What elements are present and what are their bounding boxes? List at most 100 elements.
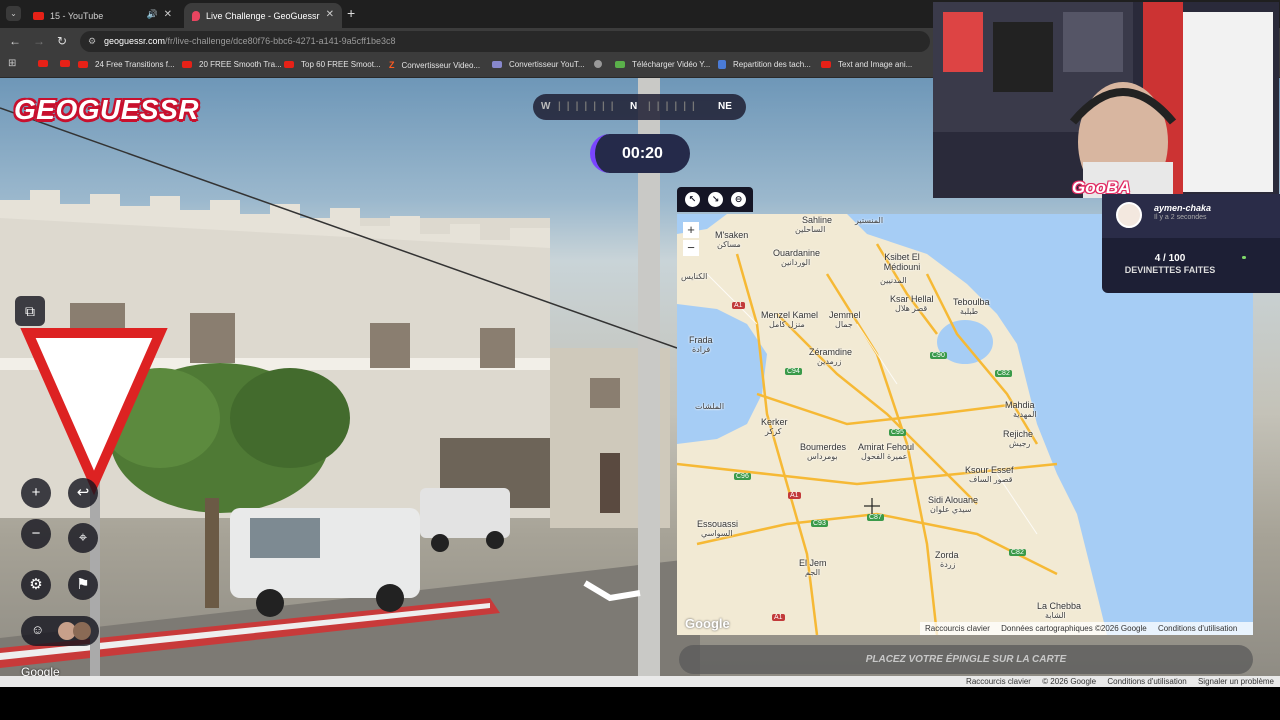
reload-icon[interactable]: ↻ [57,35,67,47]
bookmark-item[interactable]: Z Convertisseur Video... [389,60,480,70]
pin-map-icon[interactable]: ⊖ [731,192,746,207]
map-place-label: Ksour Essef [965,465,1014,475]
bookmark-item[interactable] [594,60,609,68]
map-place-label: Zorda [935,550,959,560]
map-place-label: Sidi Alouane [928,495,979,505]
flag-icon[interactable]: ⚑ [68,570,98,600]
youtube-icon [284,61,294,68]
road-label: A1 [788,492,801,499]
map-data-label: Données cartographiques ©2026 Google [1001,624,1147,633]
youtube-icon [182,61,192,68]
map-place-label-ar: كركر [765,427,782,436]
map-place-label-ar: المدنيين [880,276,907,285]
url-host: geoguessr.com [104,36,166,46]
map-place-label: Boumerdes [800,442,847,452]
map-place-label: La Chebba [1037,601,1082,611]
road-label: C93 [811,520,828,527]
road-label: C82 [1009,549,1026,556]
apps-icon[interactable]: ⊞ [8,58,16,69]
map-shortcuts-link[interactable]: Raccourcis clavier [925,624,990,633]
site-info-icon[interactable]: ⚙ [88,31,96,52]
road-label: C96 [734,473,751,480]
map-place-label-ar: الكنايس [681,272,708,281]
zoom-in-button[interactable]: + [21,478,51,508]
guess-count: 4 / 100 [1154,253,1186,264]
map-zoom-in-button[interactable]: + [683,222,699,238]
map-place-label-ar: الجم [805,568,821,577]
map-place-label-ar: قصر هلال [895,304,928,313]
bookmark-youtube-2[interactable] [60,60,77,67]
bookmark-item[interactable]: 20 FREE Smooth Tra... [182,60,282,69]
map-place-label-ar: الوردانين [781,258,811,267]
globe-icon [594,60,602,68]
report-problem-link[interactable]: Signaler un problème [1198,677,1274,686]
map-place-label: Sahline [802,215,833,225]
tab-geoguessr[interactable]: Live Challenge - GeoGuessr ✕ [184,3,342,28]
bookmark-item[interactable]: Convertisseur YouT... [492,60,585,69]
players-panel[interactable]: ☺ [21,616,99,646]
convert-icon [492,61,502,68]
bookmark-youtube-1[interactable] [38,60,55,67]
progress-dot [1242,256,1246,259]
map-place-label: Kerker [761,417,788,427]
settings-gear-icon[interactable]: ⚙ [21,570,51,600]
terms-link[interactable]: Conditions d'utilisation [1107,677,1186,686]
latest-guesser-row: aymen-chaka Il y a 2 secondes [1102,194,1280,238]
map-place-label-ar: فرادة [692,345,711,354]
geoguessr-pin-icon [192,10,200,21]
road-label: A1 [732,302,745,309]
map-place-label: El Jem [799,558,827,568]
map-place-label: Ksar Hellal [890,294,934,304]
forward-icon[interactable]: → [33,35,45,47]
map-place-label: Menzel Kamel [761,310,819,320]
undo-move-button[interactable]: ↩ [68,478,98,508]
download-icon [615,61,625,68]
youtube-icon [821,61,831,68]
bookmark-item[interactable]: 24 Free Transitions f... [78,60,175,69]
bookmark-item[interactable]: Télécharger Vidéo Y... [615,60,710,69]
tab-youtube[interactable]: 15 - YouTube 🔊 ✕ [25,3,180,28]
map-place-label-ar: الساحلين [795,225,826,234]
place-pin-button[interactable]: PLACEZ VOTRE ÉPINGLE SUR LA CARTE [679,645,1253,674]
street-attribution-bar: Raccourcis clavier © 2026 Google Conditi… [0,676,1280,687]
map-place-label: Amirat Fehoul [858,442,915,452]
shortcuts-link[interactable]: Raccourcis clavier [966,677,1031,686]
road-label: C87 [867,514,884,521]
expand-map-icon[interactable]: ↖ [685,192,700,207]
url-field[interactable]: ⚙ geoguessr.com/fr/live-challenge/dce80f… [80,31,930,52]
map-zoom-out-button[interactable]: − [683,240,699,256]
letterbox [0,687,1280,720]
location-pin-icon[interactable]: ⌖ [68,523,98,553]
shrink-map-icon[interactable]: ↘ [708,192,723,207]
map-place-label: Frada [689,335,713,345]
compass-ticks: |||||| [648,101,701,112]
new-tab-button[interactable]: + [347,5,355,21]
youtube-icon [78,61,88,68]
bookmark-item[interactable]: Top 60 FREE Smoot... [284,60,381,69]
map-place-label: Zéramdine [809,347,853,357]
camera-icon[interactable]: ⧉ [15,296,45,326]
map-place-label-ar: جمال [835,320,853,329]
map-place-label-ar: المهدية [1013,410,1037,419]
tab-search-button[interactable]: ⌄ [6,6,21,21]
map-place-label-ar: الشابة [1045,611,1066,620]
map-place-label: Ouardanine [773,248,821,258]
bookmark-item[interactable]: Repartition des tach... [718,60,811,69]
youtube-icon [33,11,44,20]
geoguessr-logo[interactable]: GEOGUESSR [14,94,199,126]
speaker-icon[interactable]: 🔊 [147,9,158,20]
guess-counter-card: aymen-chaka Il y a 2 secondes 4 / 100 DE… [1102,194,1280,293]
map-place-label-ar: المنستير [855,216,884,225]
compass-northeast: NE [718,101,732,112]
road-label: A1 [772,614,785,621]
map-place-label-ar: زردة [940,560,956,569]
close-icon[interactable]: ✕ [164,9,172,20]
zoom-out-button[interactable]: − [21,519,51,549]
bookmark-item[interactable]: Text and Image ani... [821,60,912,69]
map-place-label: Teboulba [953,297,990,307]
back-icon[interactable]: ← [9,35,21,47]
map-terms-link[interactable]: Conditions d'utilisation [1158,624,1237,633]
group-icon: ☺ [31,622,45,637]
close-icon[interactable]: ✕ [326,9,334,20]
map-place-label-ar: طبلبة [960,307,979,316]
